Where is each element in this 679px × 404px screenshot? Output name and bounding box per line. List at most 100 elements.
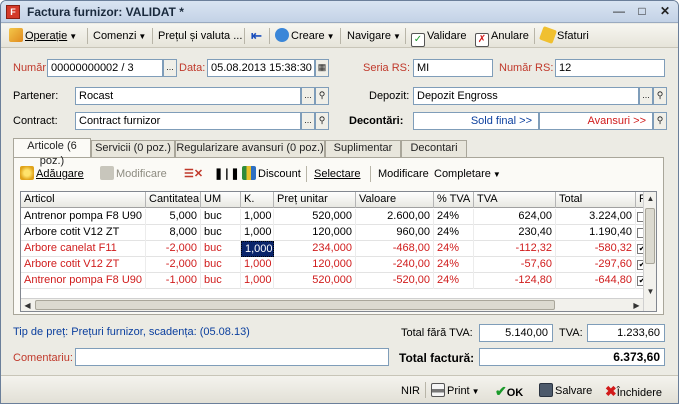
cell-total[interactable]: -297,60 [556,257,636,273]
cell-k[interactable]: 1,000 [241,225,274,241]
tab-decontari[interactable]: Decontari [401,140,467,157]
navigare-menu[interactable]: Navigare ▼ [345,27,401,45]
col-pret-unitar[interactable]: Preț unitar [274,192,356,208]
cell-tva-pct[interactable]: 24% [434,241,474,257]
cell-k[interactable]: 1,000 [241,241,274,257]
data-input[interactable]: 05.08.2013 15:38:30 [207,59,315,77]
scroll-right-icon[interactable]: ▶ [630,299,643,311]
col-um[interactable]: UM [201,192,241,208]
comentariu-input[interactable] [75,348,389,366]
sfaturi-button[interactable]: Sfaturi [539,26,589,45]
col-k[interactable]: K. [241,192,274,208]
sold-final-link[interactable]: Sold final >> [413,112,539,130]
anulare-button[interactable]: ✗ Anulare [473,27,529,47]
cell-pret-unitar[interactable]: 120,000 [274,257,356,273]
cell-tva[interactable]: -112,32 [474,241,556,257]
inchidere-button[interactable]: ✖Închidere [605,382,662,400]
cell-um[interactable]: buc [201,225,241,241]
cell-tva-pct[interactable]: 24% [434,273,474,289]
discount-button[interactable]: Discount [242,166,301,182]
depozit-input[interactable]: Depozit Engross [413,87,639,105]
cell-cantitatea[interactable]: -2,000 [146,241,201,257]
table-row[interactable]: Antrenor pompa F8 U90 5,000 buc 1,000 520,00… [21,209,647,225]
cell-tva[interactable]: -57,60 [474,257,556,273]
partener-search-icon[interactable]: ⚲ [315,87,329,105]
contract-browse-button[interactable]: ... [301,112,315,130]
cell-um[interactable]: buc [201,273,241,289]
vertical-scrollbar[interactable]: ▲ ▼ [643,192,656,311]
cell-k[interactable]: 1,000 [241,209,274,225]
tab-articole[interactable]: Articole (6 poz.) [13,138,91,167]
cell-um[interactable]: buc [201,257,241,273]
operatie-menu[interactable]: Operație ▼ [7,27,77,45]
scroll-thumb[interactable] [645,208,655,264]
horizontal-scrollbar[interactable]: ◀ ▶ [21,298,643,311]
avansuri-link[interactable]: Avansuri >> [539,112,653,130]
ok-button[interactable]: ✔OK [495,382,523,400]
cell-total[interactable]: -580,32 [556,241,636,257]
tab-suplimentar[interactable]: Suplimentar [325,140,401,157]
table-row[interactable]: Arbore cotit V12 ZT 8,000 buc 1,000 120,000 9… [21,225,647,241]
back-arrow-icon[interactable]: ⇤ [249,27,262,45]
col-articol[interactable]: Articol [21,192,146,208]
creare-menu[interactable]: Creare ▼ [273,27,335,45]
salvare-button[interactable]: Salvare [539,382,592,400]
completare-menu[interactable]: Completare ▼ [434,166,501,182]
cell-pret-unitar[interactable]: 520,000 [274,209,356,225]
contract-search-icon[interactable]: ⚲ [315,112,329,130]
cell-valoare[interactable]: 2.600,00 [356,209,434,225]
cell-total[interactable]: 3.224,00 [556,209,636,225]
delete-row-icon[interactable]: ☰✕ [184,166,203,182]
col-valoare[interactable]: Valoare [356,192,434,208]
numar-input[interactable]: 00000000002 / 3 [47,59,163,77]
col-tva[interactable]: TVA [474,192,556,208]
modificare-button[interactable]: Modificare [100,166,167,182]
cell-valoare[interactable]: -520,00 [356,273,434,289]
partener-input[interactable]: Rocast [75,87,301,105]
nir-button[interactable]: NIR [401,382,420,400]
cell-articol[interactable]: Antrenor pompa F8 U90 [21,209,146,225]
cell-pret-unitar[interactable]: 234,000 [274,241,356,257]
seria-rs-input[interactable]: MI [413,59,493,77]
cell-tva-pct[interactable]: 24% [434,225,474,241]
cell-valoare[interactable]: -240,00 [356,257,434,273]
close-button[interactable]: ✕ [654,4,676,21]
table-row[interactable]: Arbore cotit V12 ZT -2,000 buc 1,000 120,000… [21,257,647,273]
calendar-icon[interactable]: ▦ [315,59,329,77]
cell-tva-pct[interactable]: 24% [434,209,474,225]
cell-valoare[interactable]: -468,00 [356,241,434,257]
articles-grid[interactable]: Articol Cantitatea UM K. Preț unitar Val… [20,191,657,312]
cell-cantitatea[interactable]: 5,000 [146,209,201,225]
maximize-button[interactable]: □ [631,4,653,21]
partener-browse-button[interactable]: ... [301,87,315,105]
cell-total[interactable]: 1.190,40 [556,225,636,241]
cell-articol[interactable]: Arbore canelat F11 [21,241,146,257]
pretul-valuta-button[interactable]: Prețul și valuta ... [156,27,242,45]
selectare-button[interactable]: Selectare [314,166,360,182]
cell-articol[interactable]: Arbore cotit V12 ZT [21,225,146,241]
depozit-search-icon[interactable]: ⚲ [653,87,667,105]
validare-button[interactable]: ✓ Validare [409,27,467,47]
tab-servicii[interactable]: Servicii (0 poz.) [91,140,175,157]
tab-regularizare-avansuri[interactable]: Regularizare avansuri (0 poz.) [175,140,325,157]
cell-tva-pct[interactable]: 24% [434,257,474,273]
cell-um[interactable]: buc [201,209,241,225]
cell-tva[interactable]: -124,80 [474,273,556,289]
cell-cantitatea[interactable]: -2,000 [146,257,201,273]
cell-cantitatea[interactable]: -1,000 [146,273,201,289]
cell-valoare[interactable]: 960,00 [356,225,434,241]
cell-total[interactable]: -644,80 [556,273,636,289]
col-cantitatea[interactable]: Cantitatea [146,192,201,208]
cell-pret-unitar[interactable]: 520,000 [274,273,356,289]
cell-articol[interactable]: Arbore cotit V12 ZT [21,257,146,273]
decontari-search-icon[interactable]: ⚲ [653,112,667,130]
col-total[interactable]: Total [556,192,636,208]
cell-um[interactable]: buc [201,241,241,257]
numar-rs-input[interactable]: 12 [555,59,665,77]
contract-input[interactable]: Contract furnizor [75,112,301,130]
table-row[interactable]: Antrenor pompa F8 U90 -1,000 buc 1,000 520,0… [21,273,647,289]
cell-pret-unitar[interactable]: 120,000 [274,225,356,241]
cell-tva[interactable]: 230,40 [474,225,556,241]
cell-cantitatea[interactable]: 8,000 [146,225,201,241]
scroll-down-icon[interactable]: ▼ [644,285,656,298]
